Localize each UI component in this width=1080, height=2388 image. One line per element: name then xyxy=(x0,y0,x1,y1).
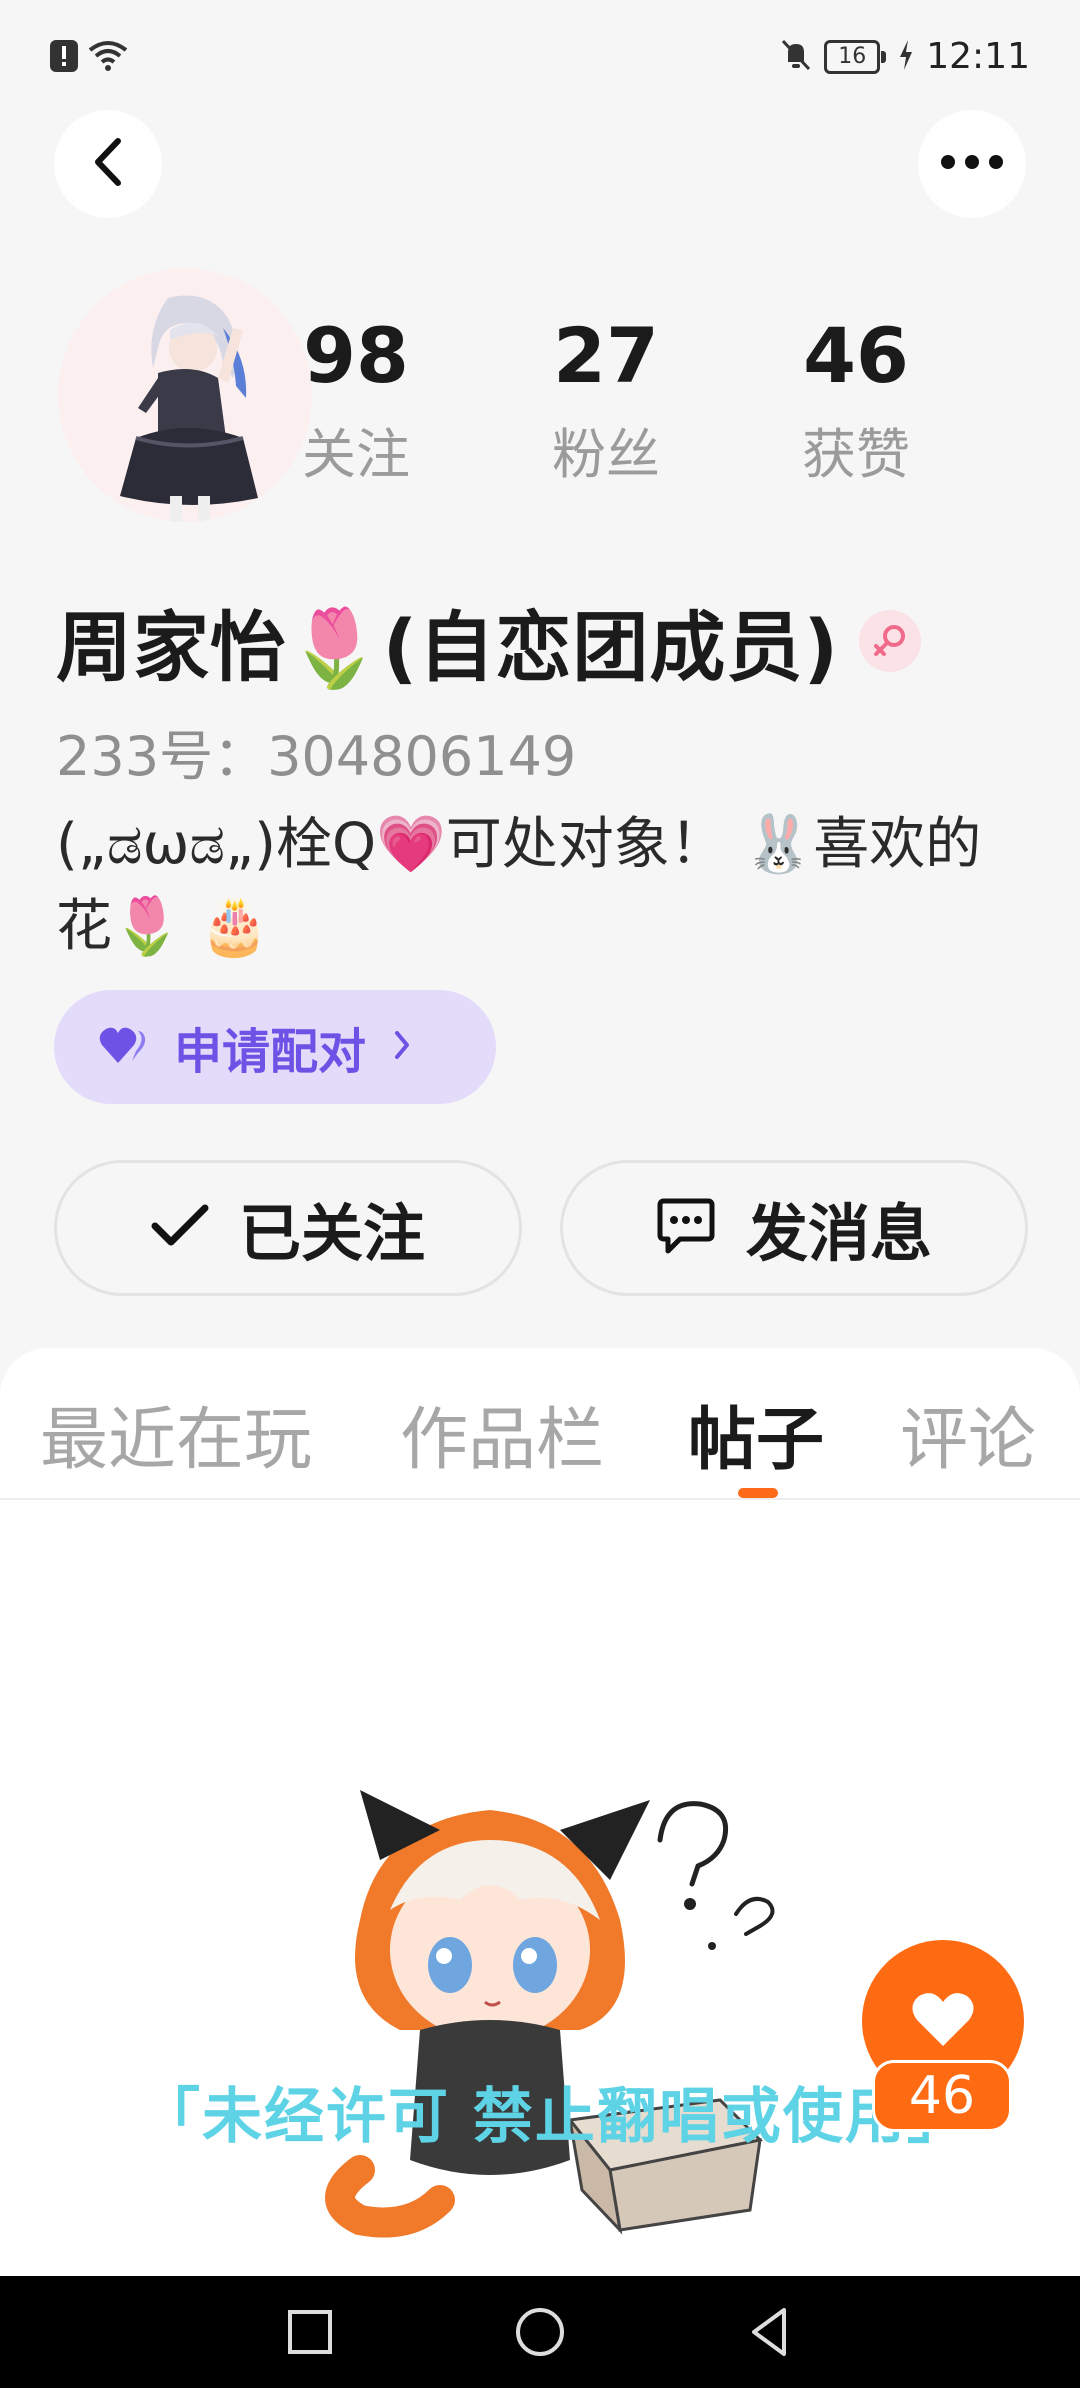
home-button[interactable] xyxy=(510,2302,570,2362)
chat-bubble-icon xyxy=(656,1197,716,1259)
stat-label: 关注 xyxy=(302,423,410,486)
bio-line: 花🌷 🎂 xyxy=(56,894,270,959)
profile-bio: („ಡωಡ„)栓Q💗可处对象！ 🐰喜欢的 花🌷 🎂 xyxy=(56,804,1036,968)
recent-apps-button[interactable] xyxy=(280,2302,340,2362)
apply-pair-button[interactable]: 申请配对 xyxy=(54,990,496,1104)
user-id: 233号：304806149 xyxy=(56,725,577,788)
tab-posts[interactable]: 帖子 xyxy=(688,1384,824,1483)
apply-pair-label: 申请配对 xyxy=(174,1024,367,1080)
chevron-right-icon xyxy=(392,1029,412,1065)
watermark-text: 「未经许可 禁止翻唱或使用」 xyxy=(140,2082,969,2152)
tab-comments[interactable]: 评论 xyxy=(900,1384,1036,1483)
alert-icon xyxy=(50,40,78,76)
stat-value: 46 xyxy=(803,311,909,400)
check-icon xyxy=(151,1204,209,1252)
stat-label: 粉丝 xyxy=(552,423,660,486)
charging-icon xyxy=(898,39,914,74)
wifi-icon xyxy=(88,40,128,76)
female-icon xyxy=(859,610,922,672)
clock: 12:11 xyxy=(926,36,1030,77)
tab-divider xyxy=(0,1498,1080,1500)
stat-value: 98 xyxy=(303,311,409,400)
status-bar: 16 12:11 xyxy=(0,0,1080,116)
profile-page: 16 12:11 98 关注 27 粉丝 46 获赞 周家怡🌷(自恋团成员) 2… xyxy=(0,0,1080,2388)
more-dots-icon xyxy=(940,154,1004,174)
back-button[interactable] xyxy=(54,110,162,218)
tab-works[interactable]: 作品栏 xyxy=(400,1384,604,1483)
bio-line: („ಡωಡ„)栓Q💗可处对象！ 🐰喜欢的 xyxy=(56,812,982,877)
more-button[interactable] xyxy=(918,110,1026,218)
profile-name: 周家怡🌷(自恋团成员) xyxy=(56,603,840,692)
mute-icon xyxy=(780,38,812,76)
back-nav-button[interactable] xyxy=(740,2302,800,2362)
send-message-button[interactable]: 发消息 xyxy=(560,1160,1028,1296)
following-label: 已关注 xyxy=(238,1197,425,1270)
profile-name-row: 周家怡🌷(自恋团成员) xyxy=(56,586,922,696)
stat-likes[interactable]: 46 获赞 xyxy=(756,316,956,489)
double-heart-icon xyxy=(98,1025,154,1069)
stat-followers[interactable]: 27 粉丝 xyxy=(506,316,706,489)
stat-following[interactable]: 98 关注 xyxy=(256,316,456,489)
like-count: 46 xyxy=(872,2060,1012,2132)
active-tab-indicator xyxy=(738,1488,778,1498)
chevron-left-icon xyxy=(88,137,128,191)
stat-value: 27 xyxy=(553,311,659,400)
following-button[interactable]: 已关注 xyxy=(54,1160,522,1296)
send-message-label: 发消息 xyxy=(745,1197,932,1270)
profile-tabs: 最近在玩 作品栏 帖子 评论 xyxy=(0,1348,1080,1498)
system-nav-bar xyxy=(0,2276,1080,2388)
heart-icon xyxy=(911,1990,975,2052)
empty-state-illustration xyxy=(320,1780,790,2240)
battery-icon: 16 xyxy=(824,39,887,74)
tab-recently-played[interactable]: 最近在玩 xyxy=(40,1384,312,1483)
stat-label: 获赞 xyxy=(802,423,910,486)
